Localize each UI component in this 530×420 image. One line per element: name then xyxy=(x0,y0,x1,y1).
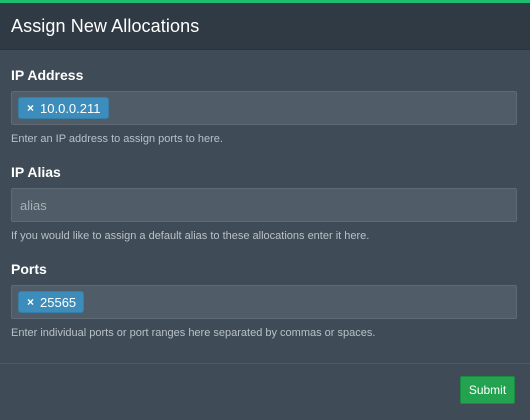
ip-address-group: IP Address × 10.0.0.211 Enter an IP addr… xyxy=(11,66,519,146)
ports-input[interactable]: × 25565 xyxy=(11,285,517,319)
ip-alias-label: IP Alias xyxy=(11,164,61,180)
ip-alias-input[interactable] xyxy=(11,188,517,222)
panel-title: Assign New Allocations xyxy=(11,15,200,36)
allocations-panel: Assign New Allocations IP Address × 10.0… xyxy=(0,0,530,420)
ip-address-tag: × 10.0.0.211 xyxy=(18,97,109,119)
tag-remove-icon[interactable]: × xyxy=(27,101,34,115)
panel-body: IP Address × 10.0.0.211 Enter an IP addr… xyxy=(0,50,530,340)
ports-help: Enter individual ports or port ranges he… xyxy=(11,327,376,339)
ip-address-tag-value: 10.0.0.211 xyxy=(40,100,101,116)
ip-alias-help: If you would like to assign a default al… xyxy=(11,230,370,242)
panel-header: Assign New Allocations xyxy=(0,3,530,50)
ports-label: Ports xyxy=(11,261,47,277)
ports-tag-value: 25565 xyxy=(40,294,77,310)
ports-tag: × 25565 xyxy=(18,291,85,313)
panel-footer: Submit xyxy=(0,363,530,420)
submit-button[interactable]: Submit xyxy=(460,376,515,404)
ports-group: Ports × 25565 Enter individual ports or … xyxy=(11,260,519,340)
ip-address-label: IP Address xyxy=(11,67,84,83)
ip-alias-group: IP Alias If you would like to assign a d… xyxy=(11,163,519,243)
ip-address-input[interactable]: × 10.0.0.211 xyxy=(11,91,517,125)
ip-address-help: Enter an IP address to assign ports to h… xyxy=(11,133,223,145)
tag-remove-icon[interactable]: × xyxy=(27,295,34,309)
